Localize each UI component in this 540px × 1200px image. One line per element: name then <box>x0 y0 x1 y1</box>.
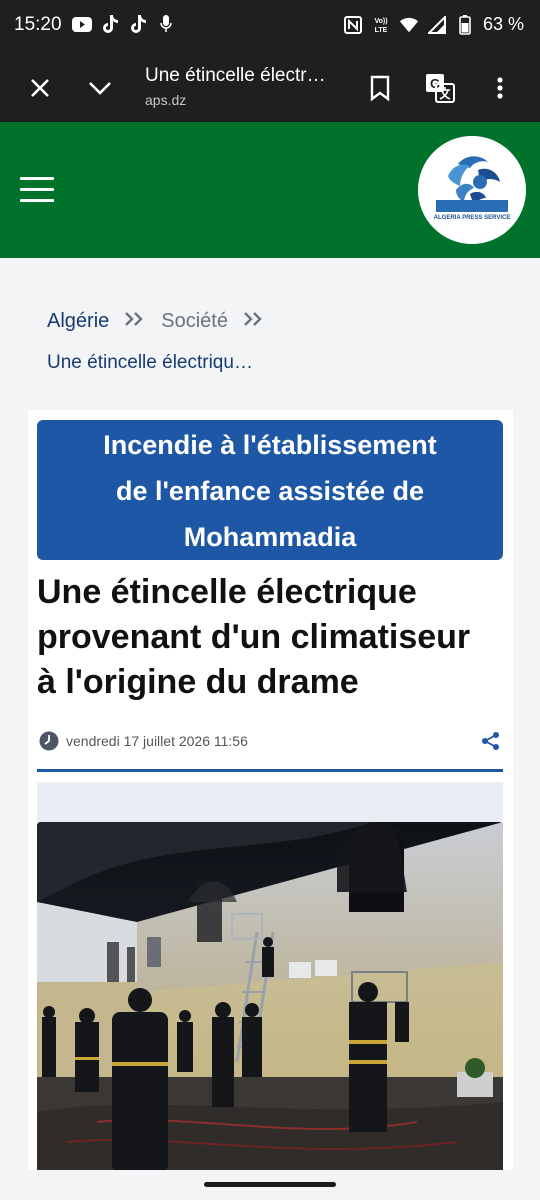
battery-icon <box>455 14 475 35</box>
tiktok-icon <box>128 14 148 34</box>
status-time: 15:20 <box>14 14 62 35</box>
aps-logo[interactable]: ALGERIA PRESS SERVICE <box>418 136 526 244</box>
battery-percent: 63 % <box>482 14 524 34</box>
article-photo <box>37 822 503 1170</box>
article-image-frame <box>37 782 503 1170</box>
breadcrumb-home-link[interactable]: Algérie <box>47 310 109 333</box>
clock-icon <box>39 731 59 751</box>
signal-icon <box>427 15 447 35</box>
article-kicker-banner: Incendie à l'établissement de l'enfance … <box>37 420 503 560</box>
headline-line: Une étincelle électrique <box>37 573 417 611</box>
status-bar: 15:20 Vo)) LTE 63 % <box>0 0 540 52</box>
headline-line: à l'origine du drame <box>37 663 359 701</box>
close-icon[interactable] <box>26 74 54 102</box>
chevron-down-icon[interactable] <box>86 74 114 102</box>
volte-top-label: Vo)) <box>374 18 387 25</box>
breadcrumb-separator <box>242 308 266 334</box>
article-headline: Une étincelle électrique provenant d'un … <box>37 570 503 705</box>
microphone-icon <box>156 14 176 34</box>
breadcrumb-current[interactable]: Une étincelle électriqu… <box>47 352 253 374</box>
headline-line: provenant d'un climatiseur <box>37 618 471 656</box>
wifi-icon <box>399 15 419 35</box>
breadcrumb-separator <box>123 308 147 334</box>
youtube-icon <box>72 14 92 34</box>
menu-icon[interactable] <box>20 177 54 203</box>
page-title[interactable]: Une étincelle électr… <box>145 65 345 87</box>
nfc-icon <box>343 15 363 35</box>
page-content: Algérie Société Une étincelle électriqu…… <box>0 258 540 1170</box>
volte-bottom-label: LTE <box>375 27 388 34</box>
tiktok-icon <box>100 14 120 34</box>
logo-caption: ALGERIA PRESS SERVICE <box>433 215 511 221</box>
page-url[interactable]: aps.dz <box>145 92 186 108</box>
more-vert-icon[interactable] <box>488 74 512 102</box>
home-gesture-handle[interactable] <box>204 1182 336 1187</box>
breadcrumb-category-link[interactable]: Société <box>161 310 228 333</box>
article-card: Incendie à l'établissement de l'enfance … <box>28 410 513 1170</box>
banner-line: de l'enfance assistée de <box>115 476 425 506</box>
site-header: ALGERIA PRESS SERVICE <box>0 122 540 258</box>
browser-tab-bar: Une étincelle électr… aps.dz G <box>0 52 540 122</box>
share-icon[interactable] <box>481 731 501 751</box>
volte-icon: Vo)) LTE <box>371 15 391 35</box>
translate-icon[interactable]: G <box>424 72 456 104</box>
bookmark-icon[interactable] <box>368 74 392 102</box>
breadcrumb: Algérie Société <box>47 308 280 334</box>
article-date: vendredi 17 juillet 2026 11:56 <box>66 733 248 749</box>
notification-icons <box>72 14 176 34</box>
system-icons: Vo)) LTE 63 % <box>343 14 524 35</box>
navigation-bar <box>0 1170 540 1200</box>
banner-line: Incendie à l'établissement <box>103 430 437 460</box>
meta-divider <box>37 769 503 772</box>
banner-line: Mohammadia <box>183 522 357 552</box>
article-meta: vendredi 17 juillet 2026 11:56 <box>37 728 503 758</box>
